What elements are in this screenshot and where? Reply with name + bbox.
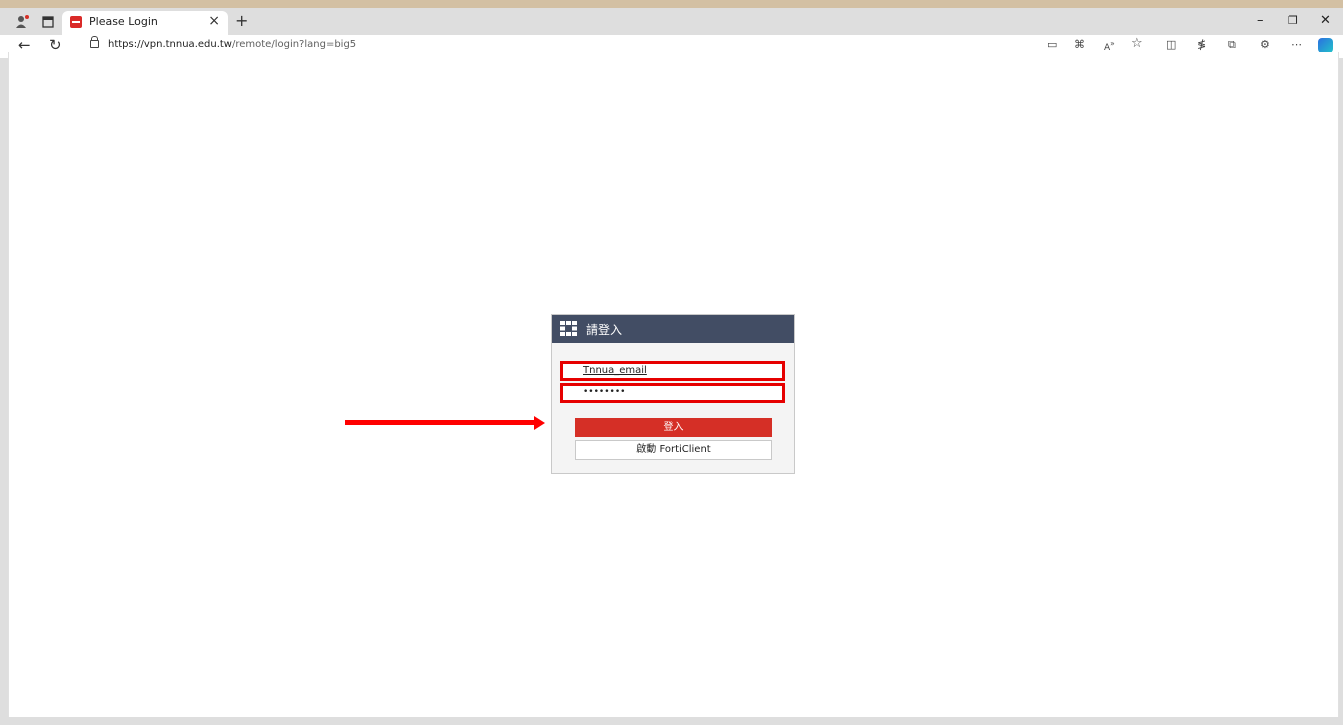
- tab-strip: Please Login × + – ❐ ✕: [0, 8, 1343, 35]
- username-value: Tnnua_email: [583, 365, 647, 376]
- minimize-button[interactable]: –: [1257, 13, 1264, 28]
- collections-icon[interactable]: ⧉: [1228, 38, 1236, 52]
- close-window-button[interactable]: ✕: [1320, 13, 1331, 28]
- fortinet-favicon-icon: [70, 16, 82, 28]
- tab-please-login[interactable]: Please Login ×: [62, 11, 228, 35]
- extensions-icon[interactable]: ⚙: [1260, 38, 1270, 51]
- launch-forticlient-button[interactable]: 啟動 FortiClient: [575, 440, 772, 460]
- url-text[interactable]: https://vpn.tnnua.edu.tw/remote/login?la…: [108, 39, 356, 50]
- tab-title: Please Login: [89, 15, 158, 28]
- username-field[interactable]: Tnnua_email: [560, 361, 785, 381]
- annotation-arrow-head: [534, 416, 545, 430]
- login-header: 請登入: [552, 315, 794, 343]
- copilot-icon[interactable]: [1318, 38, 1333, 53]
- annotation-arrow: [345, 420, 535, 425]
- password-field[interactable]: ••••••••: [560, 383, 785, 403]
- split-screen-icon[interactable]: ◫: [1166, 38, 1176, 51]
- fortinet-logo-icon: [560, 321, 577, 336]
- more-icon[interactable]: ⋯: [1291, 38, 1302, 51]
- apps-icon[interactable]: ⌘: [1074, 38, 1085, 51]
- url-host: https://vpn.tnnua.edu.tw: [108, 39, 232, 50]
- favorite-star-icon[interactable]: ☆: [1131, 36, 1143, 51]
- login-panel: 請登入 Tnnua_email •••••••• 登入 啟動 FortiClie…: [551, 314, 795, 474]
- new-tab-button[interactable]: +: [235, 11, 248, 30]
- login-button[interactable]: 登入: [575, 418, 772, 437]
- lock-icon[interactable]: [90, 36, 99, 48]
- tab-close-button[interactable]: ×: [208, 13, 220, 29]
- immersive-reader-icon[interactable]: ▭: [1047, 38, 1057, 51]
- read-aloud-icon[interactable]: A»: [1104, 39, 1115, 53]
- restore-button[interactable]: ❐: [1288, 14, 1298, 27]
- favorites-icon[interactable]: ≸: [1197, 38, 1206, 51]
- password-value: ••••••••: [583, 387, 626, 397]
- profile-icon[interactable]: [14, 14, 30, 30]
- login-title: 請登入: [586, 323, 623, 337]
- url-path: /remote/login?lang=big5: [231, 39, 357, 50]
- tab-actions-icon[interactable]: [40, 14, 56, 30]
